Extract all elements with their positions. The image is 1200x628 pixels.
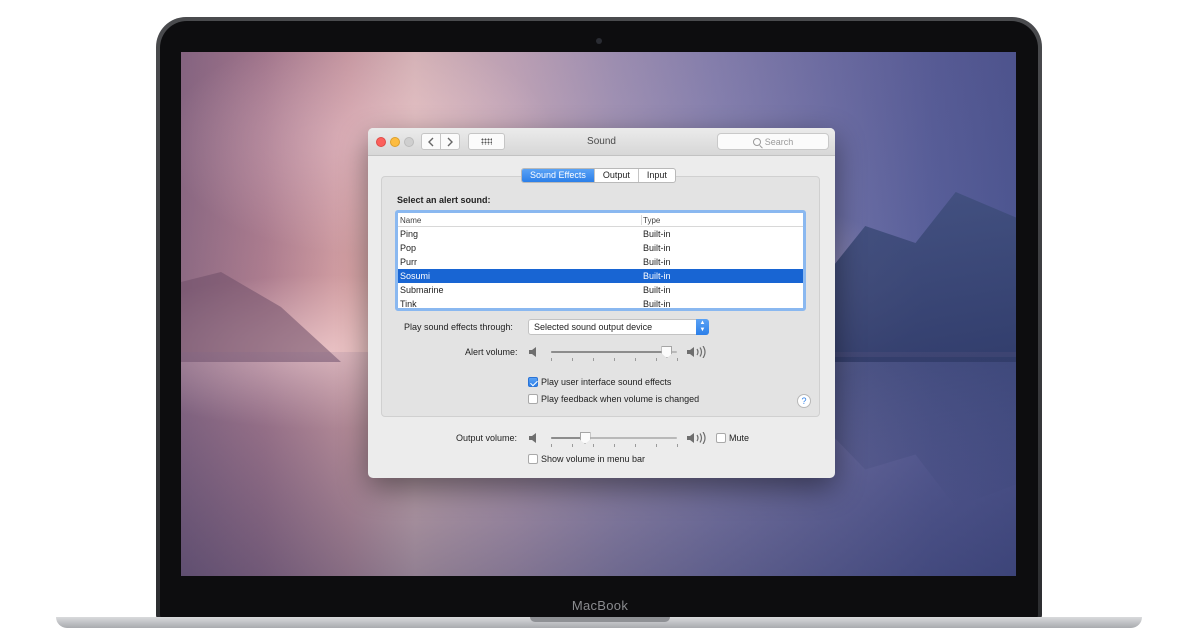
slider-tick xyxy=(551,444,552,447)
slider-tick xyxy=(572,444,573,447)
sound-preferences-window: Sound Search Sound Effects Output Input … xyxy=(368,128,835,478)
slider-tick xyxy=(635,358,636,361)
tab-sound-effects[interactable]: Sound Effects xyxy=(522,169,594,182)
sound-name: Purr xyxy=(400,257,418,267)
sound-name: Pop xyxy=(400,243,417,253)
search-icon xyxy=(752,137,761,146)
list-header: Name Type xyxy=(398,213,803,227)
sound-name: Submarine xyxy=(400,285,444,295)
sound-type: Built-in xyxy=(643,299,671,309)
output-volume-slider[interactable] xyxy=(551,437,677,439)
slider-tick xyxy=(614,444,615,447)
speaker-high-icon xyxy=(687,432,706,444)
play-through-label: Play sound effects through: xyxy=(404,322,513,332)
slider-tick xyxy=(593,358,594,361)
ui-sound-effects-label: Play user interface sound effects xyxy=(541,377,672,387)
alert-volume-fill xyxy=(551,351,667,353)
output-device-value: Selected sound output device xyxy=(534,322,653,332)
speaker-high-icon xyxy=(687,346,706,358)
output-volume-knob[interactable] xyxy=(579,432,591,444)
tab-output[interactable]: Output xyxy=(593,169,638,182)
camera-icon xyxy=(596,38,602,44)
slider-tick xyxy=(572,358,573,361)
volume-feedback-checkbox[interactable] xyxy=(528,394,538,404)
alert-volume-label: Alert volume: xyxy=(465,347,518,357)
sound-type: Built-in xyxy=(643,243,671,253)
list-item[interactable]: Pop Built-in xyxy=(398,241,803,255)
sound-name: Tink xyxy=(400,299,417,309)
help-button[interactable]: ? xyxy=(797,394,811,408)
alert-sound-list[interactable]: Name Type Ping Built-in Pop Built-in Pur… xyxy=(395,210,806,311)
list-item[interactable]: Tink Built-in xyxy=(398,297,803,309)
sound-name: Ping xyxy=(400,229,419,239)
title-bar: Sound Search xyxy=(368,128,835,156)
output-volume-label: Output volume: xyxy=(456,433,518,443)
slider-tick xyxy=(635,444,636,447)
sound-type: Built-in xyxy=(643,285,671,295)
popup-stepper-icon: ▲ ▼ xyxy=(696,319,709,335)
sound-name: Sosumi xyxy=(400,271,431,281)
alert-sound-heading: Select an alert sound: xyxy=(397,195,491,205)
tab-input[interactable]: Input xyxy=(637,169,675,182)
alert-volume-slider[interactable] xyxy=(551,351,677,353)
slider-tick xyxy=(656,358,657,361)
slider-tick xyxy=(656,444,657,447)
speaker-low-icon xyxy=(529,347,536,357)
slider-tick xyxy=(551,358,552,361)
slider-tick xyxy=(614,358,615,361)
show-volume-menu-bar-label: Show volume in menu bar xyxy=(541,454,646,464)
slider-tick xyxy=(677,358,678,361)
laptop-brand-label: MacBook xyxy=(571,598,629,613)
column-divider xyxy=(641,215,642,225)
list-item-selected[interactable]: Sosumi Built-in xyxy=(398,269,803,283)
tab-bar: Sound Effects Output Input xyxy=(521,168,676,183)
slider-tick xyxy=(593,444,594,447)
column-header-name[interactable]: Name xyxy=(400,216,421,225)
ui-sound-effects-checkbox[interactable] xyxy=(528,377,538,387)
list-item[interactable]: Ping Built-in xyxy=(398,227,803,241)
sound-type: Built-in xyxy=(643,257,671,267)
search-placeholder: Search xyxy=(764,136,794,147)
sound-type: Built-in xyxy=(643,229,671,239)
show-volume-menu-bar-checkbox[interactable] xyxy=(528,454,538,464)
search-field[interactable]: Search xyxy=(717,133,829,150)
mute-label: Mute xyxy=(729,433,750,443)
laptop-base-notch xyxy=(530,617,670,622)
speaker-low-icon xyxy=(529,433,536,443)
volume-feedback-label: Play feedback when volume is changed xyxy=(541,394,700,404)
list-item[interactable]: Submarine Built-in xyxy=(398,283,803,297)
list-item[interactable]: Purr Built-in xyxy=(398,255,803,269)
column-header-type[interactable]: Type xyxy=(643,216,660,225)
sound-type: Built-in xyxy=(643,271,671,281)
mute-checkbox[interactable] xyxy=(716,433,726,443)
output-device-popup[interactable]: Selected sound output device ▲ ▼ xyxy=(528,319,709,335)
slider-tick xyxy=(677,444,678,447)
